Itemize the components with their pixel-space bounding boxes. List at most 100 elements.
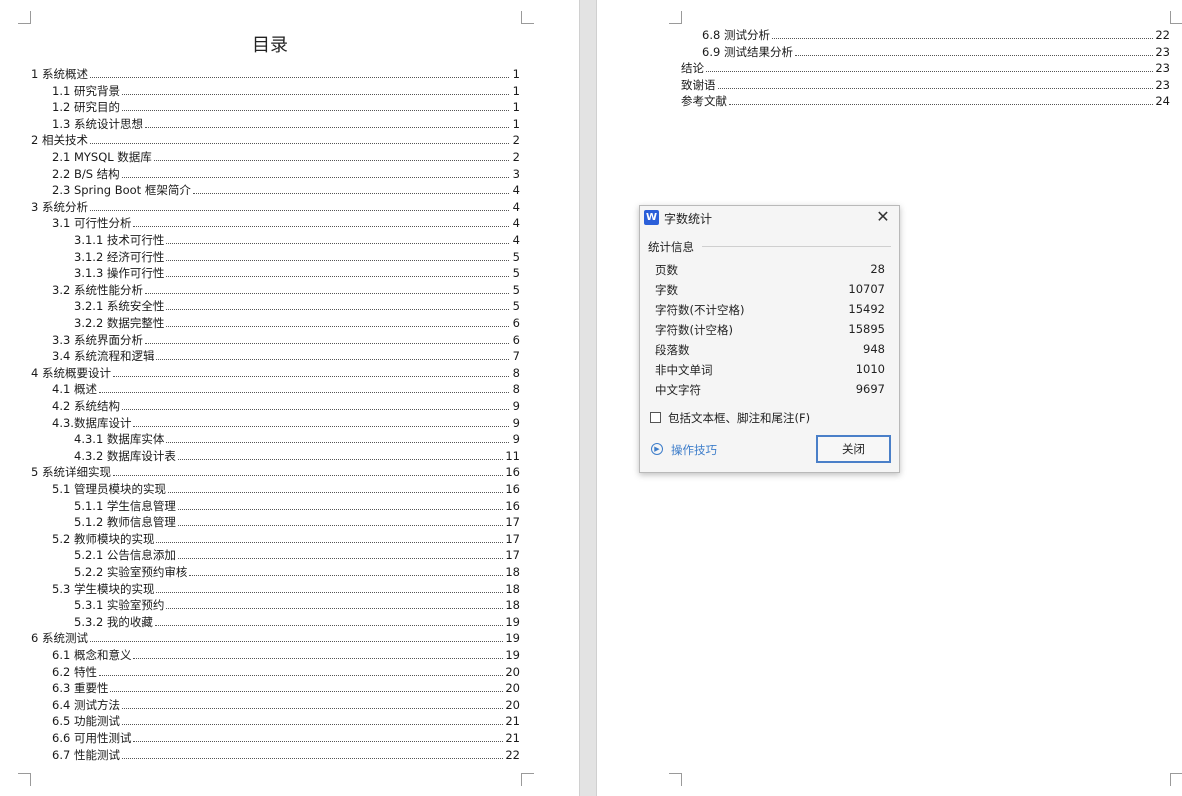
toc-entry[interactable]: 5.2.2 实验室预约审核 18 <box>31 563 520 579</box>
toc-entry[interactable]: 5.1 管理员模块的实现 16 <box>31 480 520 496</box>
toc-entry-page: 5 <box>512 249 520 264</box>
toc-entry-page: 23 <box>1155 44 1170 59</box>
toc-entry[interactable]: 3.2.1 系统安全性 5 <box>31 297 520 313</box>
toc-leader-dots <box>166 326 509 327</box>
toc-entry[interactable]: 3.2 系统性能分析 5 <box>31 281 520 297</box>
toc-entry-label: 3 系统分析 <box>31 199 88 214</box>
toc-entry[interactable]: 致谢语 23 <box>681 76 1170 92</box>
close-icon[interactable]: ✕ <box>874 208 892 226</box>
toc-entry-label: 2.1 MYSQL 数据库 <box>52 150 152 164</box>
toc-entry[interactable]: 5.1.2 教师信息管理 17 <box>31 513 520 529</box>
stat-value: 10707 <box>848 282 885 296</box>
toc-entry-page: 23 <box>1155 61 1170 76</box>
toc-entry-label: 5.2.1 公告信息添加 <box>74 548 176 563</box>
dialog-title: 字数统计 <box>664 212 713 226</box>
toc-leader-dots <box>121 110 509 112</box>
toc-entry[interactable]: 5.2.1 公告信息添加 17 <box>31 546 520 562</box>
dialog-titlebar[interactable]: W 字数统计 ✕ <box>640 206 899 230</box>
toc-entry[interactable]: 6.3 重要性 20 <box>31 679 520 695</box>
toc-entry-label: 3.1 可行性分析 <box>52 216 132 231</box>
toc-leader-dots <box>156 541 504 543</box>
toc-entry-label: 1.1 研究背景 <box>52 83 120 98</box>
toc-entry[interactable]: 6.5 功能测试 21 <box>31 712 520 728</box>
toc-entry-page: 4 <box>512 199 520 214</box>
toc-entry-page: 1 <box>512 83 520 98</box>
toc-entry-label: 5.3 学生模块的实现 <box>52 581 155 596</box>
toc-entry[interactable]: 6.9 测试结果分析 23 <box>681 43 1170 59</box>
toc-entry[interactable]: 2 相关技术 2 <box>31 131 520 147</box>
toc-entry[interactable]: 2.3 Spring Boot 框架简介 4 <box>31 181 520 197</box>
toc-entry[interactable]: 6.8 测试分析 22 <box>681 26 1170 42</box>
toc-entry-label: 3.3 系统界面分析 <box>52 332 143 347</box>
toc-entry-page: 3 <box>512 166 520 181</box>
toc-entry[interactable]: 4.3.1 数据库实体 9 <box>31 430 520 446</box>
toc-entry[interactable]: 1.3 系统设计思想 1 <box>31 115 520 131</box>
toc-leader-dots <box>89 77 509 78</box>
word-count-dialog: W 字数统计 ✕ 统计信息 页数 28 字数 10707 字符数(不计空格) 15492 字… <box>639 205 900 473</box>
toc-entry-page: 22 <box>505 747 520 762</box>
checkbox-box[interactable] <box>650 412 661 423</box>
toc-entry[interactable]: 6.1 概念和意义 19 <box>31 646 520 662</box>
toc-leader-dots <box>166 309 509 311</box>
toc-entry-page: 1 <box>512 67 520 81</box>
toc-entry-page: 4 <box>512 183 520 198</box>
page-gutter <box>579 0 597 796</box>
toc-entry[interactable]: 4.1 概述 8 <box>31 380 520 396</box>
toc-leader-dots <box>717 87 1154 89</box>
toc-entry[interactable]: 3.3 系统界面分析 6 <box>31 331 520 347</box>
close-button[interactable]: 关闭 <box>816 435 891 463</box>
toc-entry[interactable]: 5.1.1 学生信息管理 16 <box>31 497 520 513</box>
toc-entry-label: 4.2 系统结构 <box>52 399 120 413</box>
tips-label: 操作技巧 <box>671 443 717 457</box>
toc-entry-page: 19 <box>505 631 520 646</box>
toc-entry[interactable]: 4.3.数据库设计 9 <box>31 414 520 430</box>
toc-entry-page: 4 <box>512 233 520 247</box>
toc-entry-page: 20 <box>505 697 520 712</box>
toc-entry[interactable]: 4 系统概要设计 8 <box>31 364 520 380</box>
toc-entry-label: 4.3.数据库设计 <box>52 415 132 430</box>
toc-entry[interactable]: 6 系统测试 19 <box>31 629 520 645</box>
toc-entry-page: 16 <box>505 498 520 513</box>
toc-entry[interactable]: 3.1.1 技术可行性 4 <box>31 231 520 247</box>
toc-entry-label: 1 系统概述 <box>31 67 88 81</box>
toc-entry[interactable]: 2.1 MYSQL 数据库 2 <box>31 148 520 164</box>
toc-entry-page: 17 <box>505 515 520 530</box>
toc-entry[interactable]: 5.3 学生模块的实现 18 <box>31 580 520 596</box>
toc-entry[interactable]: 3.1.2 经济可行性 5 <box>31 248 520 264</box>
toc-entry[interactable]: 2.2 B/S 结构 3 <box>31 165 520 181</box>
toc-entry[interactable]: 1 系统概述 1 <box>31 65 520 81</box>
toc-entry[interactable]: 6.4 测试方法 20 <box>31 696 520 712</box>
toc-entry-label: 6.8 测试分析 <box>702 28 770 42</box>
toc-entry-page: 7 <box>512 349 520 364</box>
toc-entry[interactable]: 结论 23 <box>681 59 1170 75</box>
toc-entry[interactable]: 5.3.2 我的收藏 19 <box>31 613 520 629</box>
toc-entry-page: 19 <box>505 648 520 662</box>
toc-leader-dots <box>121 757 504 759</box>
toc-entry[interactable]: 6.6 可用性测试 21 <box>31 729 520 745</box>
toc-entry[interactable]: 6.7 性能测试 22 <box>31 746 520 762</box>
toc-leader-dots <box>167 492 504 493</box>
toc-leader-dots <box>112 375 509 377</box>
toc-leader-dots <box>121 176 509 178</box>
toc-entry[interactable]: 5.2 教师模块的实现 17 <box>31 530 520 546</box>
toc-entry[interactable]: 3.2.2 数据完整性 6 <box>31 314 520 330</box>
toc-entry[interactable]: 参考文献 24 <box>681 92 1170 108</box>
toc-entry[interactable]: 6.2 特性 20 <box>31 663 520 679</box>
toc-entry[interactable]: 3.1 可行性分析 4 <box>31 214 520 230</box>
toc-leader-dots <box>121 409 509 410</box>
toc-entry[interactable]: 1.2 研究目的 1 <box>31 98 520 114</box>
toc-entry-page: 1 <box>512 116 520 131</box>
toc-entry[interactable]: 5.3.1 实验室预约 18 <box>31 596 520 612</box>
group-divider <box>702 246 891 247</box>
toc-entry[interactable]: 1.1 研究背景 1 <box>31 82 520 98</box>
toc-entry[interactable]: 4.3.2 数据库设计表 11 <box>31 447 520 463</box>
toc-entry[interactable]: 3.1.3 操作可行性 5 <box>31 264 520 280</box>
toc-entry[interactable]: 3.4 系统流程和逻辑 7 <box>31 347 520 363</box>
checkbox-label: 包括文本框、脚注和尾注(F) <box>668 411 811 425</box>
toc-leader-dots <box>177 558 504 560</box>
toc-entry[interactable]: 3 系统分析 4 <box>31 198 520 214</box>
toc-entry[interactable]: 5 系统详细实现 16 <box>31 463 520 479</box>
toc-entry-page: 16 <box>505 482 520 496</box>
toc-entry[interactable]: 4.2 系统结构 9 <box>31 397 520 413</box>
toc-entry-label: 5 系统详细实现 <box>31 465 111 480</box>
